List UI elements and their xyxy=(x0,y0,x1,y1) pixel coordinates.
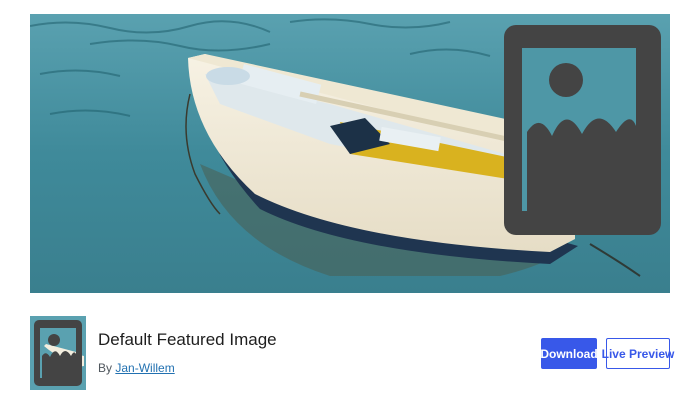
download-button[interactable]: Download xyxy=(540,338,598,369)
plugin-author: By Jan-Willem xyxy=(98,360,175,376)
image-placeholder-icon xyxy=(30,316,86,390)
image-placeholder-icon xyxy=(504,25,661,235)
plugin-title: Default Featured Image xyxy=(98,330,277,349)
live-preview-button[interactable]: Live Preview xyxy=(602,338,674,369)
banner-image xyxy=(30,14,670,293)
plugin-card: Default Featured Image By Jan-Willem Dow… xyxy=(0,0,700,400)
plugin-banner xyxy=(30,14,670,293)
author-link[interactable]: Jan-Willem xyxy=(115,361,174,375)
plugin-icon xyxy=(30,316,86,390)
author-prefix: By xyxy=(98,361,113,375)
